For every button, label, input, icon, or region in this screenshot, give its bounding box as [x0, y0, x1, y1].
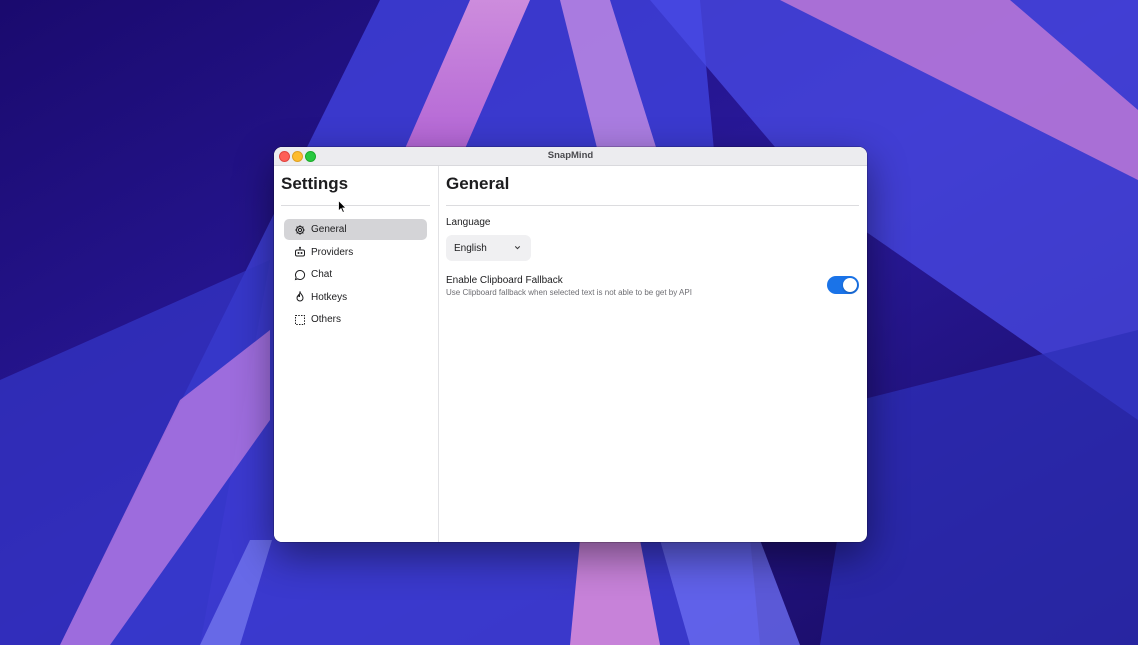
sidebar-title: Settings: [281, 174, 349, 193]
sidebar-item-label: General: [311, 224, 347, 235]
clipboard-fallback-title: Enable Clipboard Fallback: [446, 275, 563, 286]
settings-window: SnapMind Settings General Providers Chat…: [274, 147, 867, 542]
title-bar[interactable]: SnapMind: [274, 147, 867, 166]
chevron-down-icon: [514, 246, 521, 250]
language-label: Language: [446, 217, 491, 228]
sidebar-item-label: Hotkeys: [311, 291, 348, 303]
sidebar-item-chat[interactable]: Chat: [284, 264, 427, 285]
content-divider: [446, 205, 859, 206]
language-value: English: [454, 242, 487, 254]
sidebar-item-others[interactable]: Others: [284, 309, 427, 330]
flame-icon: [294, 291, 306, 303]
sidebar-divider: [281, 205, 430, 206]
chat-bubble-icon: [294, 269, 306, 281]
page-title: General: [446, 174, 510, 193]
sidebar-item-hotkeys[interactable]: Hotkeys: [284, 287, 427, 308]
clipboard-fallback-description: Use Clipboard fallback when selected tex…: [446, 288, 692, 297]
toggle-knob: [843, 278, 857, 292]
mouse-cursor-icon: [338, 200, 347, 213]
nav-list: General Providers Chat Hotkeys Others: [284, 219, 427, 332]
sidebar-item-general[interactable]: General: [284, 219, 427, 240]
robot-icon: [294, 246, 306, 258]
sidebar-item-label: Providers: [311, 246, 354, 258]
dashed-square-icon: [294, 314, 306, 326]
clipboard-fallback-toggle[interactable]: [827, 276, 859, 294]
sidebar: Settings General Providers Chat Hotkeys …: [274, 166, 439, 542]
sidebar-item-label: Others: [311, 314, 342, 325]
sidebar-item-providers[interactable]: Providers: [284, 242, 427, 263]
sidebar-item-label: Chat: [311, 269, 333, 280]
main-content: General Language English Enable Clipboar…: [439, 166, 867, 542]
gear-icon: [294, 224, 306, 236]
language-select[interactable]: English: [446, 235, 531, 261]
window-title: SnapMind: [547, 150, 594, 161]
